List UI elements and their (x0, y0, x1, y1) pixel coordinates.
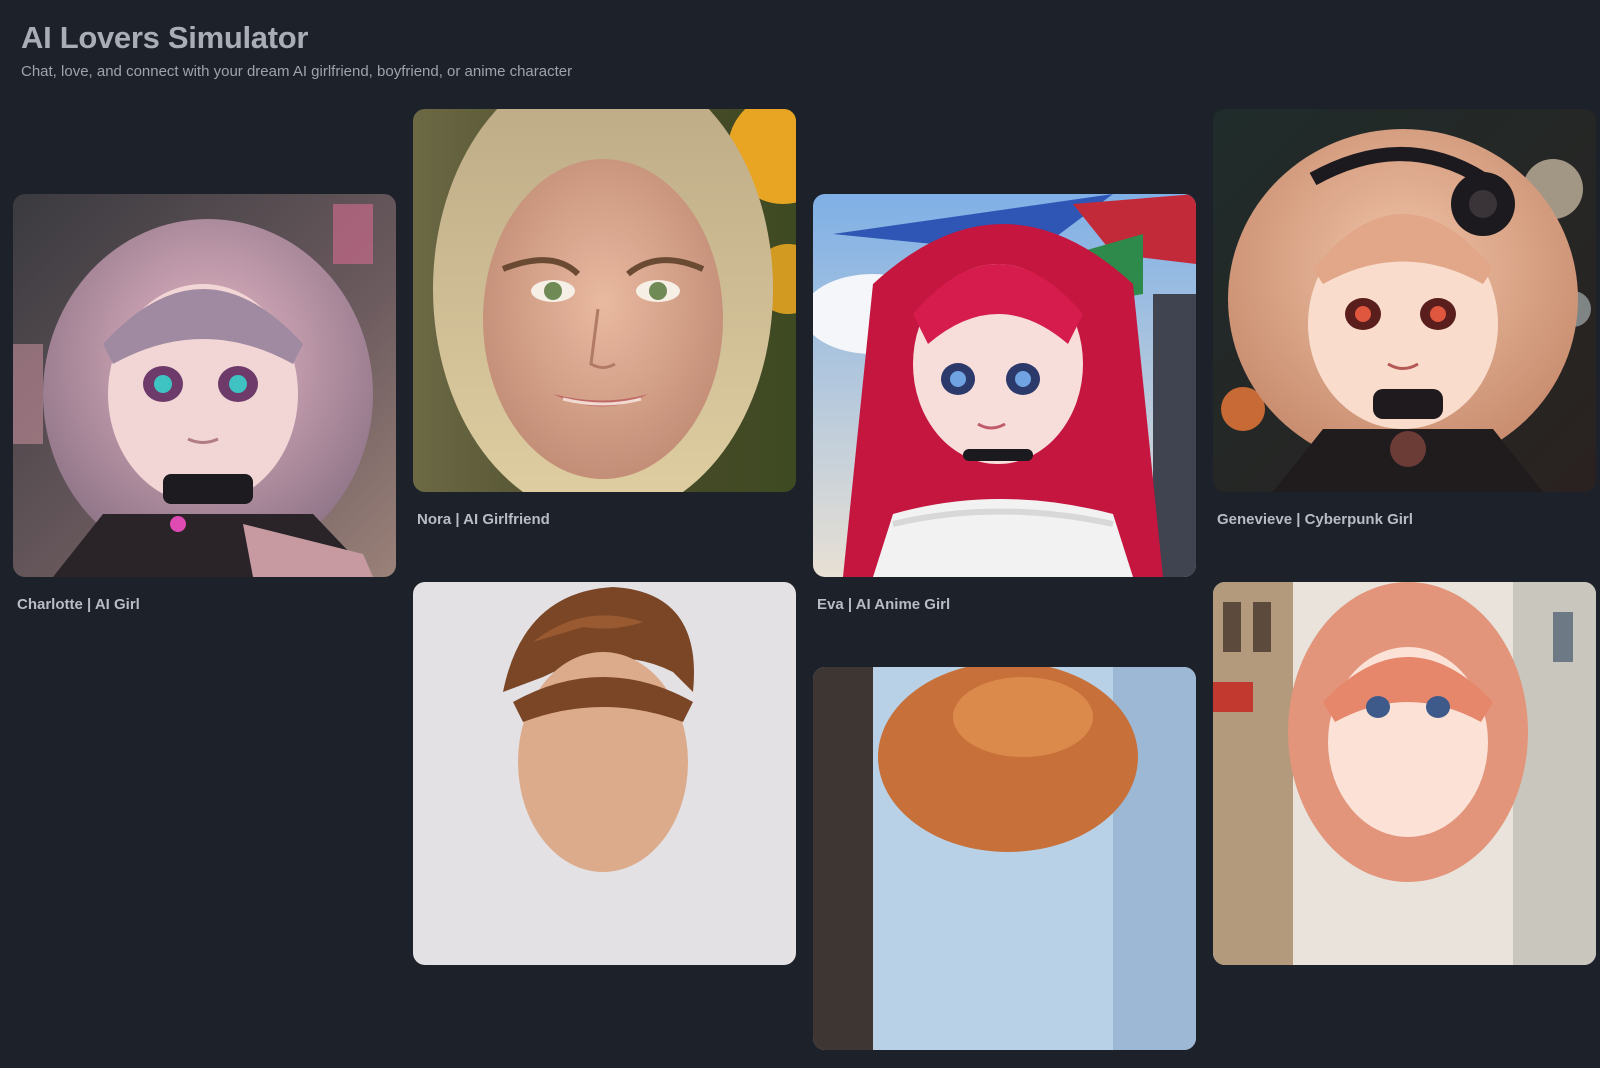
character-card-man[interactable] (413, 582, 796, 983)
anime-character-orange-hair-image (813, 667, 1196, 1050)
character-card-anime-girl-street[interactable] (1213, 582, 1596, 983)
character-card-charlotte[interactable]: Charlotte | AI Girl (13, 194, 396, 615)
character-name[interactable]: Nora | AI Girlfriend (417, 510, 796, 530)
character-name[interactable]: Eva | AI Anime Girl (817, 595, 1196, 615)
character-portrait[interactable] (813, 194, 1196, 577)
character-portrait[interactable] (13, 194, 396, 577)
character-card-nora[interactable]: Nora | AI Girlfriend (413, 109, 796, 530)
anime-girl-street-image (1213, 582, 1596, 965)
character-name[interactable]: Charlotte | AI Girl (17, 595, 396, 615)
character-card-eva[interactable]: Eva | AI Anime Girl (813, 194, 1196, 615)
page-title: AI Lovers Simulator (21, 20, 309, 55)
man-brown-hair-portrait-image (413, 582, 796, 965)
character-card-genevieve[interactable]: Genevieve | Cyberpunk Girl (1213, 109, 1596, 530)
character-portrait[interactable] (1213, 582, 1596, 965)
character-name[interactable]: Genevieve | Cyberpunk Girl (1217, 510, 1596, 530)
anime-girl-pink-hair-image (13, 194, 396, 577)
character-portrait[interactable] (413, 582, 796, 965)
character-portrait[interactable] (1213, 109, 1596, 492)
blonde-woman-portrait-image (413, 109, 796, 492)
anime-girl-red-hair-image (813, 194, 1196, 577)
character-card-anime-boy[interactable] (813, 667, 1196, 1068)
page-subtitle: Chat, love, and connect with your dream … (21, 63, 573, 80)
cyberpunk-girl-image (1213, 109, 1596, 492)
character-portrait[interactable] (413, 109, 796, 492)
character-portrait[interactable] (813, 667, 1196, 1050)
page-header: AI Lovers Simulator Chat, love, and conn… (21, 18, 572, 82)
